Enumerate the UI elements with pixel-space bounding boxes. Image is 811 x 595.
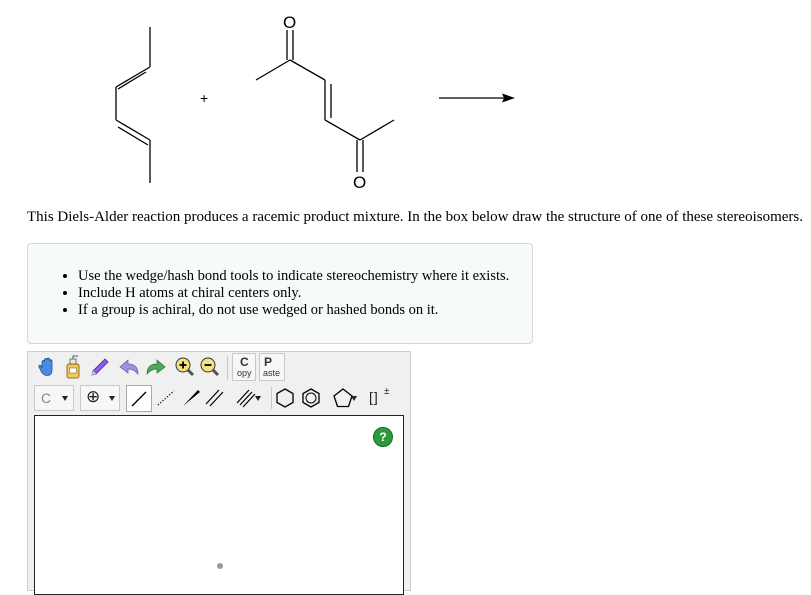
reaction-arrow [439,93,515,103]
zoom-out-icon [200,357,220,377]
reaction-scheme: + O O [115,13,515,192]
bracket-charge-button[interactable]: [] ± [366,386,394,410]
eraser-tool-button[interactable] [62,354,84,380]
plus-minus-icon: ± [384,386,390,397]
dienophile-structure [255,30,395,172]
charge-plus-icon: ⊕ [86,387,101,406]
single-bond-icon [131,391,147,406]
chevron-down-icon [62,396,68,401]
redo-button[interactable] [143,357,167,379]
paste-button[interactable]: P aste [259,353,285,381]
wedge-bond-button[interactable] [179,386,203,410]
double-bond-button[interactable] [203,386,227,410]
help-button[interactable]: ? [373,427,393,447]
redo-arrow-icon [146,359,166,375]
copy-button[interactable]: C opy [232,353,256,381]
hashed-bond-icon [157,390,175,406]
undo-button[interactable] [118,357,142,379]
benzene-button[interactable] [299,386,323,410]
canvas-center-dot [217,563,223,569]
cyclohexane-button[interactable] [273,386,297,410]
zoom-out-button[interactable] [199,356,221,378]
instruction-item: If a group is achiral, do not use wedged… [78,302,509,319]
instruction-item: Include H atoms at chiral centers only. [78,285,509,302]
question-mark-icon: ? [379,430,387,444]
carbonyl-oxygen-top: O [283,13,296,32]
undo-arrow-icon [119,359,139,375]
cyclopentane-button[interactable] [323,386,363,410]
bracket-icon: [] [369,389,379,405]
zoom-in-button[interactable] [174,356,196,378]
instruction-item: Use the wedge/hash bond tools to indicat… [78,268,509,285]
plus-sign: + [200,90,208,106]
hexagon-ring-icon [276,388,294,408]
pencil-tool-button[interactable] [88,355,112,379]
single-bond-button[interactable] [126,385,152,412]
triple-bond-button[interactable] [227,386,267,410]
instruction-list: Use the wedge/hash bond tools to indicat… [78,268,509,319]
benzene-ring-icon [302,388,320,408]
drawing-canvas[interactable]: ? [34,415,404,595]
hashed-bond-button[interactable] [154,386,178,410]
element-selector[interactable]: C [34,385,74,411]
wedge-bond-icon [183,390,200,406]
chevron-down-icon [109,396,115,401]
charge-selector[interactable]: ⊕ [80,385,120,411]
diene-structure [115,27,151,183]
eraser-bottle-icon [66,355,80,379]
hand-tool-button[interactable] [36,355,58,379]
element-label: C [41,390,52,406]
instruction-box: Use the wedge/hash bond tools to indicat… [27,243,533,344]
chevron-down-icon [351,396,357,401]
zoom-in-icon [175,357,195,377]
question-text: This Diels-Alder reaction produces a rac… [27,209,803,225]
hand-icon [38,357,53,376]
chevron-down-icon [255,396,261,401]
double-bond-icon [205,389,224,407]
carbonyl-oxygen-bottom: O [353,173,366,192]
pencil-icon [91,358,109,376]
